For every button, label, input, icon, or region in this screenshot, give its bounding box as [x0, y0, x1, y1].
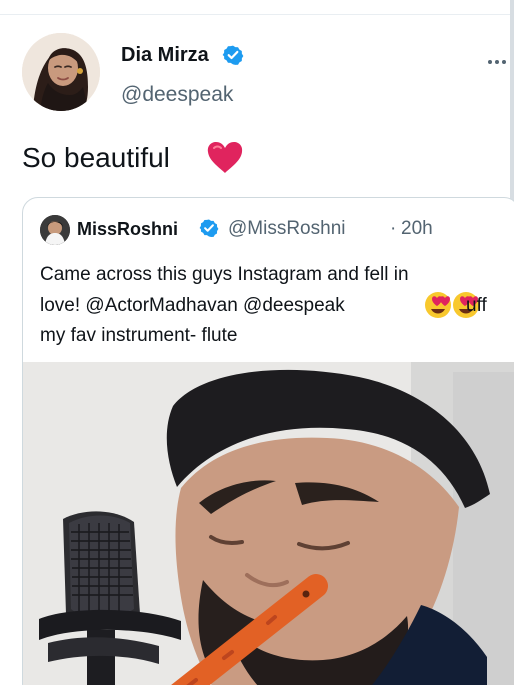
quoted-tweet-time[interactable]: 20h — [401, 218, 433, 240]
quoted-tweet-card[interactable]: MissRoshni @MissRoshni · 20h Came across… — [22, 197, 514, 685]
author-handle[interactable]: @deespeak — [121, 83, 233, 107]
quoted-time-separator: · — [390, 218, 397, 239]
author-avatar-image — [22, 33, 100, 111]
author-name[interactable]: Dia Mirza — [121, 43, 209, 67]
quoted-author-name[interactable]: MissRoshni — [77, 218, 178, 240]
tweet-screenshot: Dia Mirza @deespeak So beautiful MissRos… — [0, 0, 514, 685]
quoted-author-handle[interactable]: @MissRoshni — [228, 218, 345, 240]
video-thumbnail — [23, 362, 514, 685]
quoted-author-avatar[interactable] — [40, 215, 70, 245]
quoted-tweet-line-3: my fav instrument- flute — [40, 325, 238, 346]
author-avatar[interactable] — [22, 33, 100, 111]
quoted-tweet-line-1: Came across this guys Instagram and fell… — [40, 264, 409, 285]
verified-badge-icon — [199, 218, 219, 238]
red-heart-icon — [206, 141, 244, 175]
quoted-author-avatar-image — [40, 215, 70, 245]
quoted-tweet-media[interactable] — [23, 362, 514, 685]
quoted-tweet-line-2: love! @ActorMadhavan @deespeak — [40, 295, 345, 316]
top-divider — [0, 14, 514, 15]
tweet-text: So beautiful — [22, 142, 170, 173]
quoted-tweet-line-2-suffix: uff — [466, 295, 487, 316]
verified-badge-icon — [222, 44, 244, 66]
more-options-icon[interactable] — [486, 50, 508, 74]
